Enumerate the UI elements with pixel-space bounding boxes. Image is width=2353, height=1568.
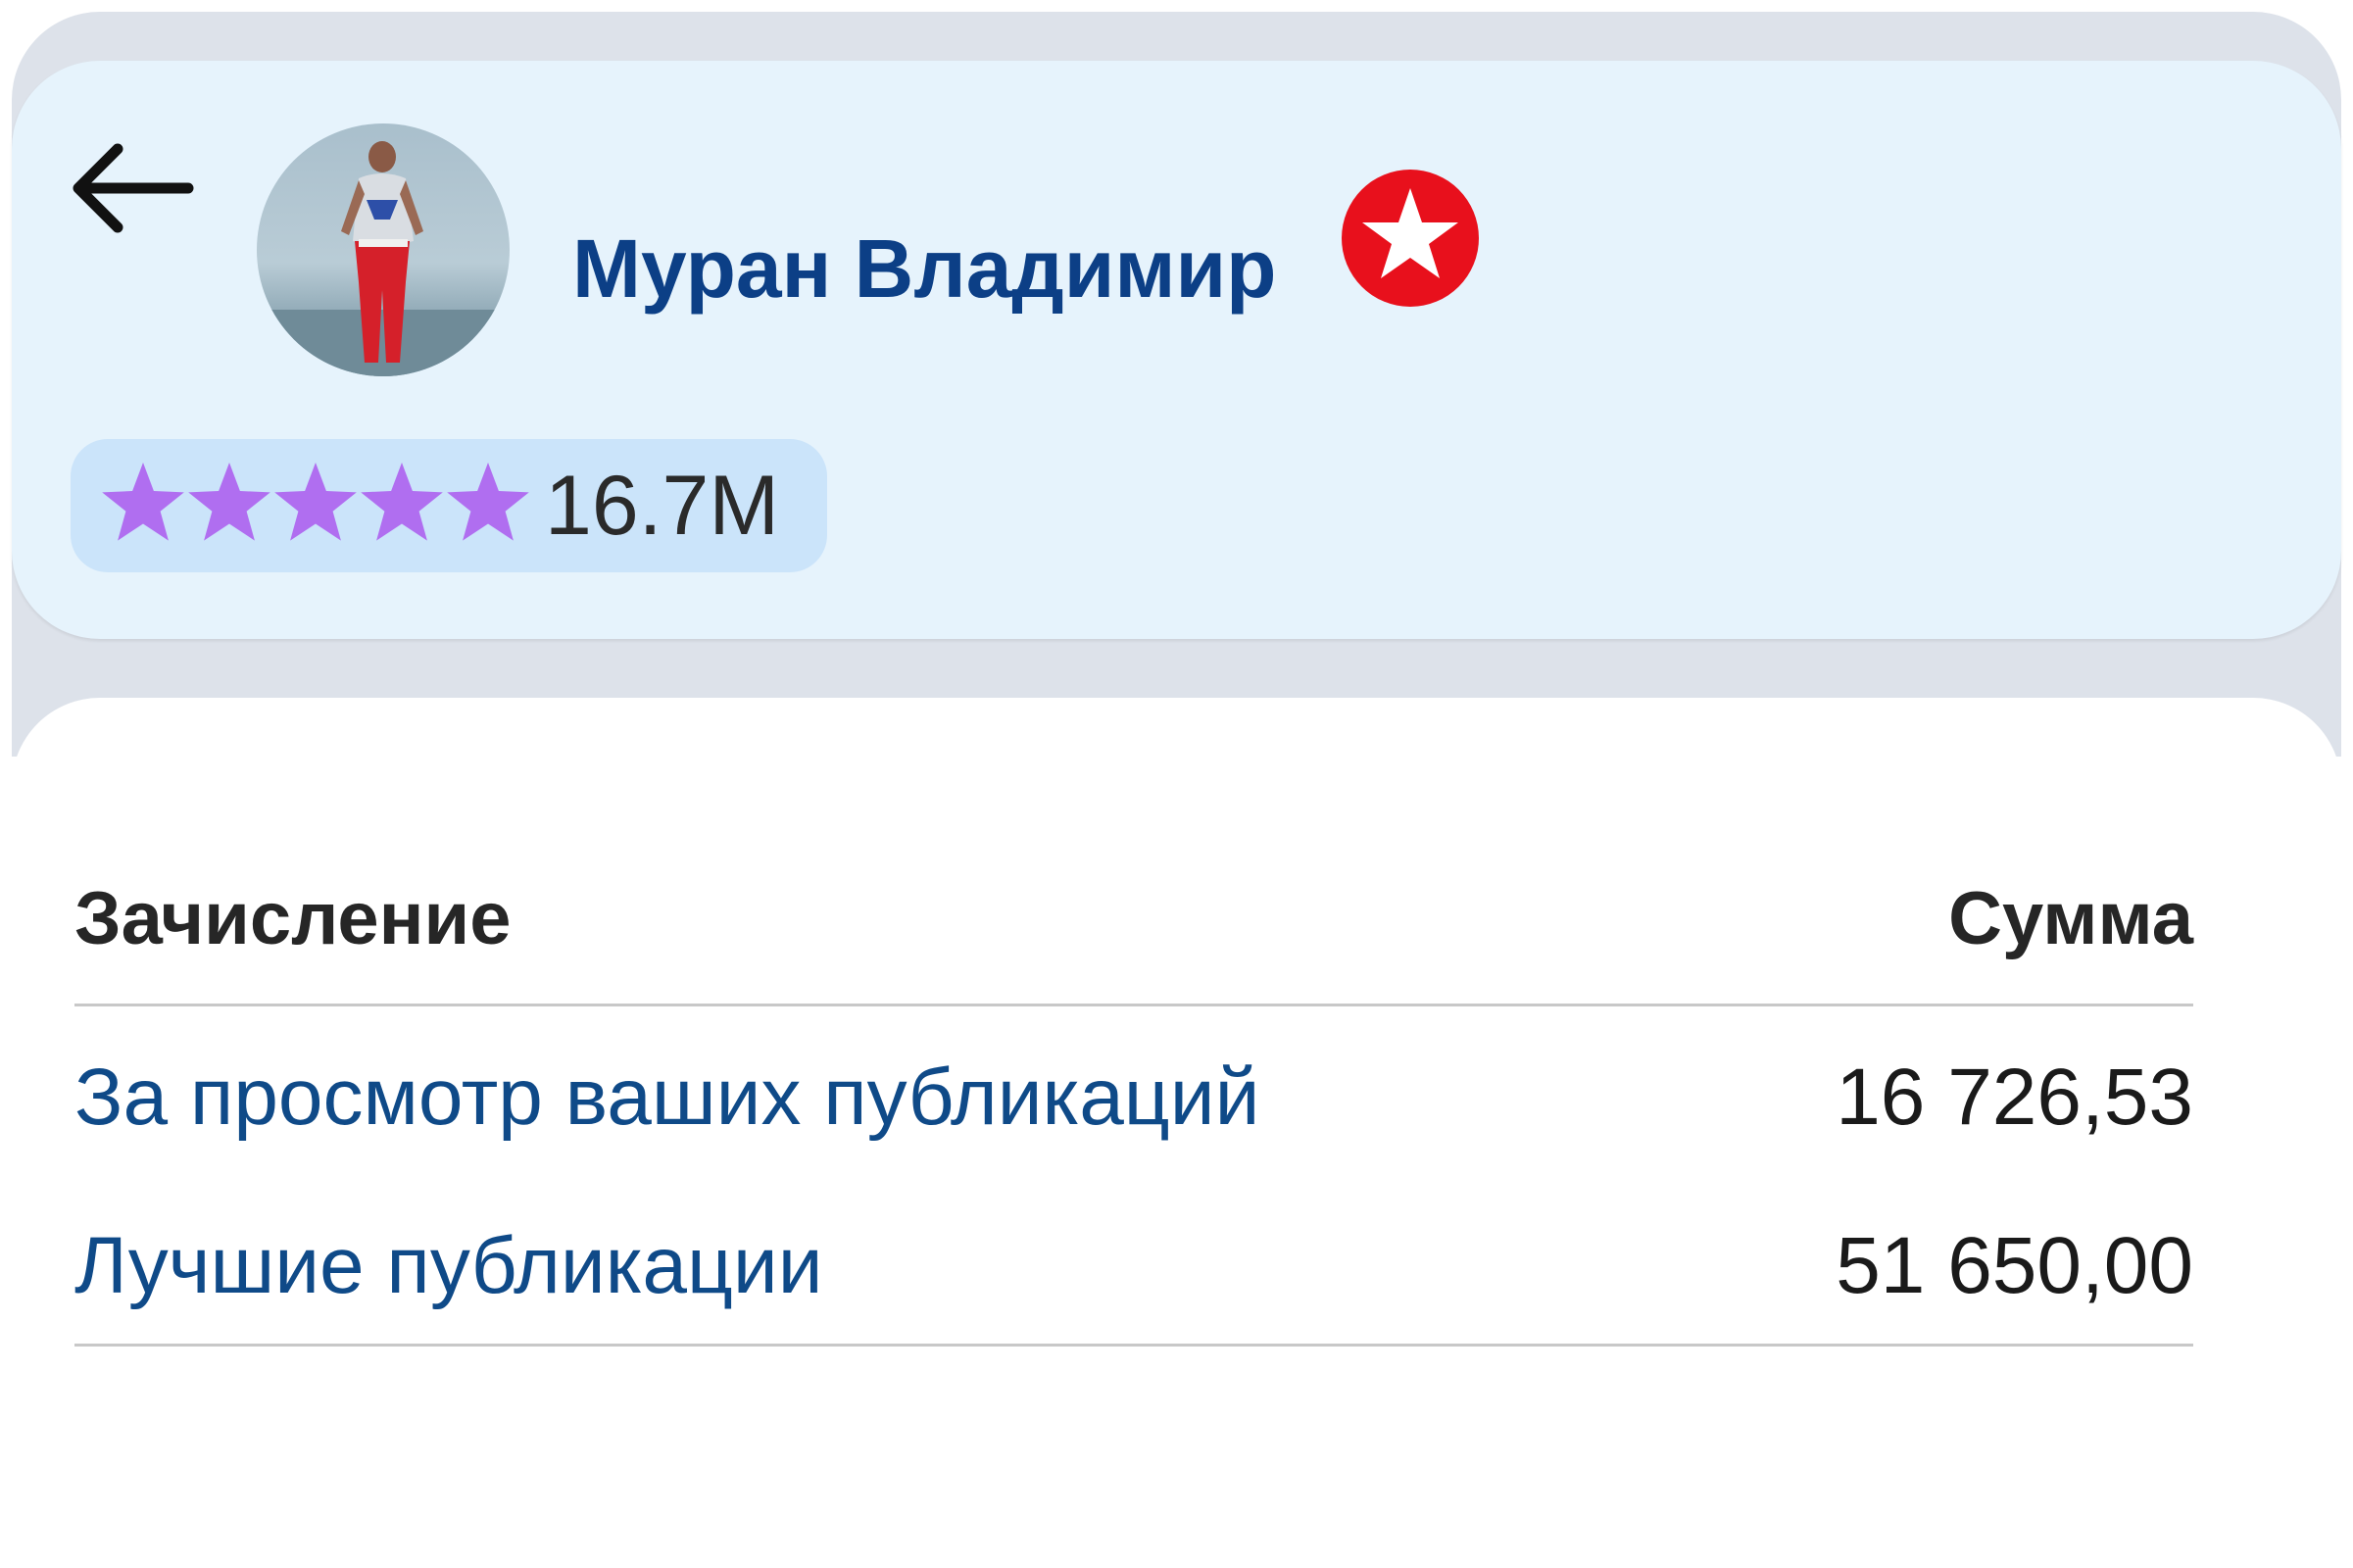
star-icon (188, 463, 270, 541)
rating-count: 16.7M (545, 459, 780, 553)
rating-stars (100, 461, 531, 551)
arrow-left-icon (73, 143, 194, 233)
row-label-link[interactable]: Лучшие публикации (74, 1226, 823, 1306)
rating-pill[interactable]: 16.7M (71, 439, 827, 572)
table-header: Зачисление Сумма (74, 862, 2193, 1006)
avatar[interactable] (257, 123, 510, 376)
star-icon (102, 463, 184, 541)
screen: Муран Владимир 16.7M Зачисление Сумма За… (0, 0, 2353, 1568)
back-button[interactable] (67, 137, 198, 239)
star-icon (447, 463, 529, 541)
star-badge-icon[interactable] (1341, 169, 1480, 308)
avatar-image (257, 141, 510, 376)
row-amount: 51 650,00 (1836, 1221, 2193, 1310)
star-icon (361, 463, 443, 541)
row-amount: 16 726,53 (1836, 1053, 2193, 1142)
accruals-table: Зачисление Сумма За просмотр ваших публи… (74, 862, 2193, 1347)
row-label-link[interactable]: За просмотр ваших публикаций (74, 1057, 1259, 1138)
column-header-accrual: Зачисление (74, 877, 512, 960)
table-row[interactable]: За просмотр ваших публикаций 16 726,53 (74, 1006, 2193, 1175)
column-header-amount: Сумма (1948, 877, 2193, 960)
user-name[interactable]: Муран Владимир (572, 227, 1276, 310)
star-icon (274, 463, 357, 541)
table-row[interactable]: Лучшие публикации 51 650,00 (74, 1175, 2193, 1347)
